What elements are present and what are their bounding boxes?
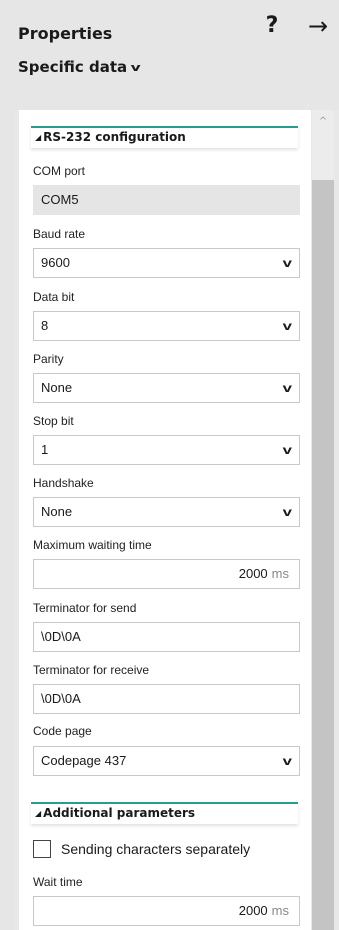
max-waiting-time-input[interactable]: 2000 ms [33,559,300,589]
baud-rate-label: Baud rate [33,227,86,241]
scrollbar-thumb[interactable] [312,180,334,930]
code-page-select[interactable]: Codepage 437 v [33,746,300,776]
unit-label: ms [271,903,289,918]
vertical-scrollbar[interactable]: ^ [312,110,334,930]
specific-data-dropdown[interactable]: Specific data v [18,58,141,76]
section-additional-parameters[interactable]: ◢ Additional parameters [31,802,298,824]
terminator-receive-label: Terminator for receive [33,663,150,677]
handshake-select[interactable]: None v [33,497,300,527]
chevron-down-icon: v [282,505,293,519]
help-button[interactable]: ? [261,12,283,40]
properties-scroll-area: ◢ RS-232 configuration COM port COM5 Baud… [15,110,339,930]
data-bit-value: 8 [41,318,49,333]
terminator-receive-input[interactable]: \0D\0A [33,684,300,714]
chevron-down-icon: v [130,60,141,74]
handshake-label: Handshake [33,476,94,490]
chevron-down-icon: v [282,754,293,768]
properties-content: ◢ RS-232 configuration COM port COM5 Baud… [19,110,311,930]
stop-bit-label: Stop bit [33,414,74,428]
parity-label: Parity [33,352,64,366]
properties-header: Properties ? → Specific data v [0,0,339,110]
parity-value: None [41,380,73,395]
wait-time-label: Wait time [33,875,83,889]
send-separately-label: Sending characters separately [61,841,251,857]
section-title: RS-232 configuration [43,130,186,144]
stop-bit-select[interactable]: 1 v [33,435,300,465]
close-arrow-button[interactable]: → [303,12,333,40]
unit-label: ms [271,566,289,581]
terminator-send-label: Terminator for send [33,601,137,615]
chevron-down-icon: v [282,443,293,457]
terminator-send-input[interactable]: \0D\0A [33,622,300,652]
chevron-down-icon: v [282,381,293,395]
baud-rate-value: 9600 [41,255,70,270]
max-waiting-time-value: 2000 [238,566,268,581]
wait-time-input[interactable]: 2000 ms [33,896,300,926]
send-separately-option[interactable]: Sending characters separately [33,840,250,858]
chevron-down-icon: v [282,319,293,333]
section-rs232-configuration[interactable]: ◢ RS-232 configuration [31,126,298,148]
triangle-icon: ◢ [35,809,42,818]
com-port-label: COM port [33,164,86,178]
handshake-value: None [41,504,73,519]
triangle-icon: ◢ [35,133,42,142]
stop-bit-value: 1 [41,442,49,457]
data-bit-label: Data bit [33,290,75,304]
chevron-down-icon: v [282,256,293,270]
baud-rate-select[interactable]: 9600 v [33,248,300,278]
code-page-value: Codepage 437 [41,753,127,768]
specific-data-label: Specific data [18,58,128,76]
send-separately-checkbox[interactable] [33,840,51,858]
wait-time-value: 2000 [238,903,268,918]
section-title: Additional parameters [43,806,196,820]
data-bit-select[interactable]: 8 v [33,311,300,341]
code-page-label: Code page [33,724,92,738]
max-waiting-time-label: Maximum waiting time [33,538,152,552]
scroll-up-arrow-icon[interactable]: ^ [312,110,334,180]
com-port-field: COM5 [33,185,300,215]
parity-select[interactable]: None v [33,373,300,403]
panel-title: Properties [18,24,113,43]
